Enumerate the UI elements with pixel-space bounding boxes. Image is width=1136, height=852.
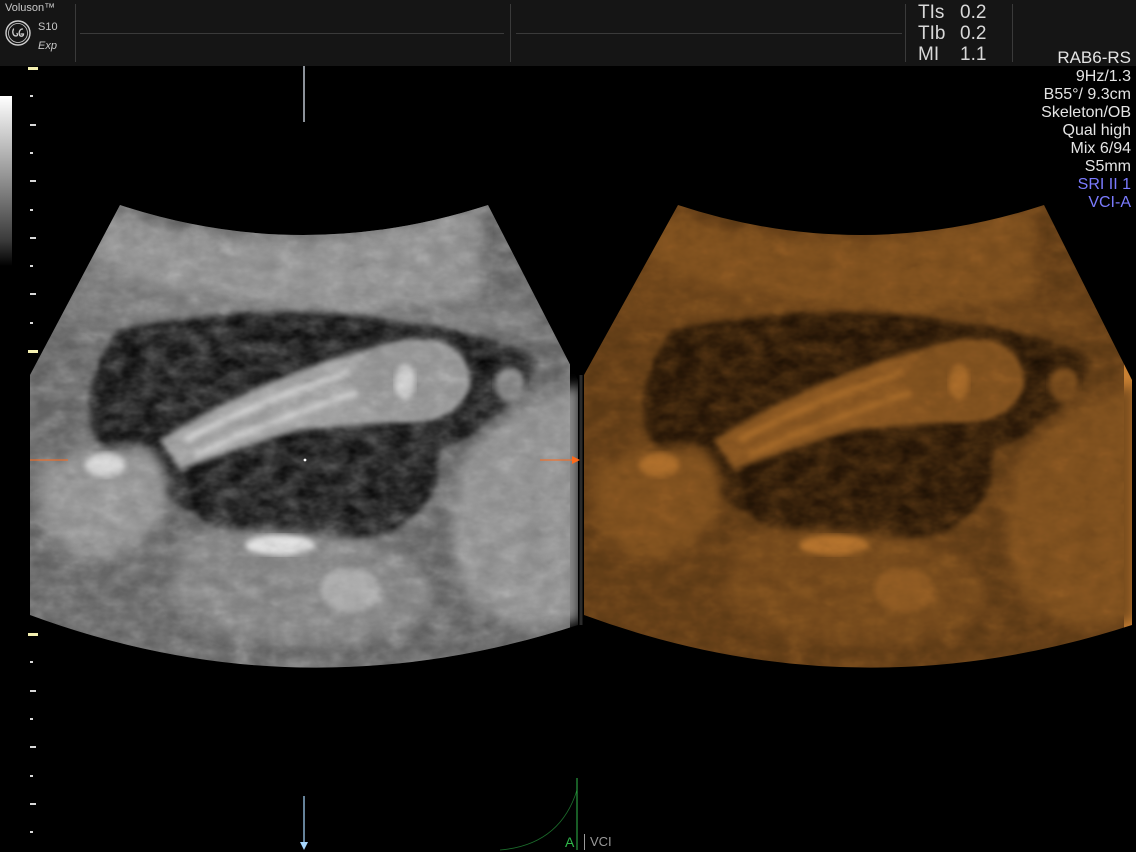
bmode-panel-sepia (584, 205, 1132, 668)
bmode-panel-grayscale (10, 180, 580, 700)
vci-divider (584, 834, 585, 850)
mode-vci-label: VCI (590, 834, 612, 849)
scan-arrow-icon (300, 842, 308, 850)
mode-a-label: A (565, 834, 575, 850)
center-dot (303, 458, 307, 462)
ultrasound-view (10, 66, 1132, 851)
